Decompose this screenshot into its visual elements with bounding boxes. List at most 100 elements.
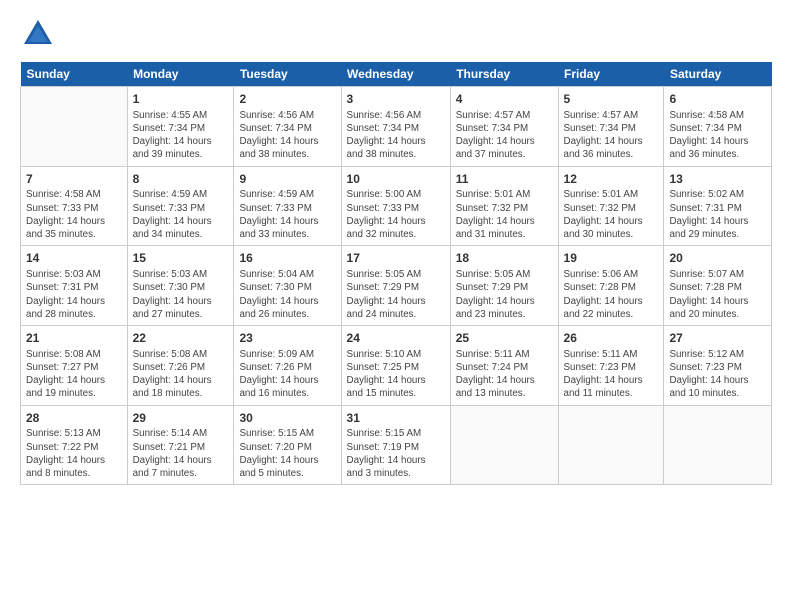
day-number: 30 [239,410,335,427]
weekday-saturday: Saturday [664,62,772,87]
day-number: 26 [564,330,659,347]
day-number: 17 [347,250,445,267]
page-container: SundayMondayTuesdayWednesdayThursdayFrid… [0,0,792,495]
calendar-cell: 25Sunrise: 5:11 AMSunset: 7:24 PMDayligh… [450,326,558,406]
day-info: Sunrise: 5:15 AMSunset: 7:19 PMDaylight:… [347,427,445,480]
calendar-cell: 21Sunrise: 5:08 AMSunset: 7:27 PMDayligh… [21,326,128,406]
calendar-cell: 24Sunrise: 5:10 AMSunset: 7:25 PMDayligh… [341,326,450,406]
day-info: Sunrise: 5:01 AMSunset: 7:32 PMDaylight:… [564,188,659,241]
day-info: Sunrise: 5:11 AMSunset: 7:24 PMDaylight:… [456,348,553,401]
calendar-week-4: 21Sunrise: 5:08 AMSunset: 7:27 PMDayligh… [21,326,772,406]
calendar-cell: 2Sunrise: 4:56 AMSunset: 7:34 PMDaylight… [234,87,341,167]
day-info: Sunrise: 4:57 AMSunset: 7:34 PMDaylight:… [456,109,553,162]
day-info: Sunrise: 5:08 AMSunset: 7:26 PMDaylight:… [133,348,229,401]
day-info: Sunrise: 5:01 AMSunset: 7:32 PMDaylight:… [456,188,553,241]
day-number: 5 [564,91,659,108]
day-number: 24 [347,330,445,347]
day-info: Sunrise: 4:59 AMSunset: 7:33 PMDaylight:… [133,188,229,241]
calendar-cell: 12Sunrise: 5:01 AMSunset: 7:32 PMDayligh… [558,166,664,246]
day-info: Sunrise: 5:00 AMSunset: 7:33 PMDaylight:… [347,188,445,241]
day-info: Sunrise: 4:57 AMSunset: 7:34 PMDaylight:… [564,109,659,162]
day-number: 4 [456,91,553,108]
calendar-cell: 28Sunrise: 5:13 AMSunset: 7:22 PMDayligh… [21,405,128,485]
calendar-cell: 20Sunrise: 5:07 AMSunset: 7:28 PMDayligh… [664,246,772,326]
weekday-wednesday: Wednesday [341,62,450,87]
day-info: Sunrise: 5:02 AMSunset: 7:31 PMDaylight:… [669,188,766,241]
calendar-table: SundayMondayTuesdayWednesdayThursdayFrid… [20,62,772,485]
calendar-cell: 4Sunrise: 4:57 AMSunset: 7:34 PMDaylight… [450,87,558,167]
day-number: 31 [347,410,445,427]
calendar-cell [21,87,128,167]
day-number: 18 [456,250,553,267]
day-info: Sunrise: 5:05 AMSunset: 7:29 PMDaylight:… [456,268,553,321]
day-info: Sunrise: 4:56 AMSunset: 7:34 PMDaylight:… [347,109,445,162]
day-number: 10 [347,171,445,188]
calendar-cell: 15Sunrise: 5:03 AMSunset: 7:30 PMDayligh… [127,246,234,326]
day-info: Sunrise: 5:11 AMSunset: 7:23 PMDaylight:… [564,348,659,401]
day-info: Sunrise: 5:08 AMSunset: 7:27 PMDaylight:… [26,348,122,401]
day-number: 19 [564,250,659,267]
calendar-cell: 18Sunrise: 5:05 AMSunset: 7:29 PMDayligh… [450,246,558,326]
calendar-cell: 10Sunrise: 5:00 AMSunset: 7:33 PMDayligh… [341,166,450,246]
day-info: Sunrise: 5:15 AMSunset: 7:20 PMDaylight:… [239,427,335,480]
day-number: 11 [456,171,553,188]
day-number: 21 [26,330,122,347]
weekday-monday: Monday [127,62,234,87]
day-number: 28 [26,410,122,427]
calendar-week-5: 28Sunrise: 5:13 AMSunset: 7:22 PMDayligh… [21,405,772,485]
day-number: 27 [669,330,766,347]
day-number: 13 [669,171,766,188]
calendar-cell: 7Sunrise: 4:58 AMSunset: 7:33 PMDaylight… [21,166,128,246]
calendar-cell: 16Sunrise: 5:04 AMSunset: 7:30 PMDayligh… [234,246,341,326]
day-number: 15 [133,250,229,267]
calendar-cell: 23Sunrise: 5:09 AMSunset: 7:26 PMDayligh… [234,326,341,406]
calendar-cell: 17Sunrise: 5:05 AMSunset: 7:29 PMDayligh… [341,246,450,326]
day-info: Sunrise: 5:05 AMSunset: 7:29 PMDaylight:… [347,268,445,321]
day-info: Sunrise: 4:58 AMSunset: 7:33 PMDaylight:… [26,188,122,241]
day-info: Sunrise: 5:07 AMSunset: 7:28 PMDaylight:… [669,268,766,321]
weekday-sunday: Sunday [21,62,128,87]
weekday-header-row: SundayMondayTuesdayWednesdayThursdayFrid… [21,62,772,87]
day-number: 2 [239,91,335,108]
calendar-cell: 11Sunrise: 5:01 AMSunset: 7:32 PMDayligh… [450,166,558,246]
day-info: Sunrise: 4:55 AMSunset: 7:34 PMDaylight:… [133,109,229,162]
calendar-week-1: 1Sunrise: 4:55 AMSunset: 7:34 PMDaylight… [21,87,772,167]
calendar-cell: 30Sunrise: 5:15 AMSunset: 7:20 PMDayligh… [234,405,341,485]
day-info: Sunrise: 4:59 AMSunset: 7:33 PMDaylight:… [239,188,335,241]
weekday-tuesday: Tuesday [234,62,341,87]
calendar-cell: 14Sunrise: 5:03 AMSunset: 7:31 PMDayligh… [21,246,128,326]
day-info: Sunrise: 5:03 AMSunset: 7:30 PMDaylight:… [133,268,229,321]
calendar-week-3: 14Sunrise: 5:03 AMSunset: 7:31 PMDayligh… [21,246,772,326]
calendar-cell [558,405,664,485]
weekday-friday: Friday [558,62,664,87]
logo-icon [20,16,56,52]
day-info: Sunrise: 5:03 AMSunset: 7:31 PMDaylight:… [26,268,122,321]
day-number: 25 [456,330,553,347]
calendar-cell: 13Sunrise: 5:02 AMSunset: 7:31 PMDayligh… [664,166,772,246]
day-number: 9 [239,171,335,188]
calendar-cell: 27Sunrise: 5:12 AMSunset: 7:23 PMDayligh… [664,326,772,406]
day-info: Sunrise: 5:10 AMSunset: 7:25 PMDaylight:… [347,348,445,401]
day-info: Sunrise: 5:09 AMSunset: 7:26 PMDaylight:… [239,348,335,401]
day-info: Sunrise: 4:58 AMSunset: 7:34 PMDaylight:… [669,109,766,162]
calendar-week-2: 7Sunrise: 4:58 AMSunset: 7:33 PMDaylight… [21,166,772,246]
calendar-cell: 6Sunrise: 4:58 AMSunset: 7:34 PMDaylight… [664,87,772,167]
day-number: 7 [26,171,122,188]
day-number: 29 [133,410,229,427]
calendar-cell: 9Sunrise: 4:59 AMSunset: 7:33 PMDaylight… [234,166,341,246]
day-number: 3 [347,91,445,108]
calendar-cell: 5Sunrise: 4:57 AMSunset: 7:34 PMDaylight… [558,87,664,167]
day-number: 22 [133,330,229,347]
day-number: 16 [239,250,335,267]
calendar-cell: 1Sunrise: 4:55 AMSunset: 7:34 PMDaylight… [127,87,234,167]
calendar-cell: 8Sunrise: 4:59 AMSunset: 7:33 PMDaylight… [127,166,234,246]
day-number: 6 [669,91,766,108]
day-number: 8 [133,171,229,188]
day-number: 23 [239,330,335,347]
day-info: Sunrise: 5:14 AMSunset: 7:21 PMDaylight:… [133,427,229,480]
calendar-cell: 3Sunrise: 4:56 AMSunset: 7:34 PMDaylight… [341,87,450,167]
calendar-cell: 22Sunrise: 5:08 AMSunset: 7:26 PMDayligh… [127,326,234,406]
day-number: 20 [669,250,766,267]
day-number: 1 [133,91,229,108]
calendar-cell: 26Sunrise: 5:11 AMSunset: 7:23 PMDayligh… [558,326,664,406]
